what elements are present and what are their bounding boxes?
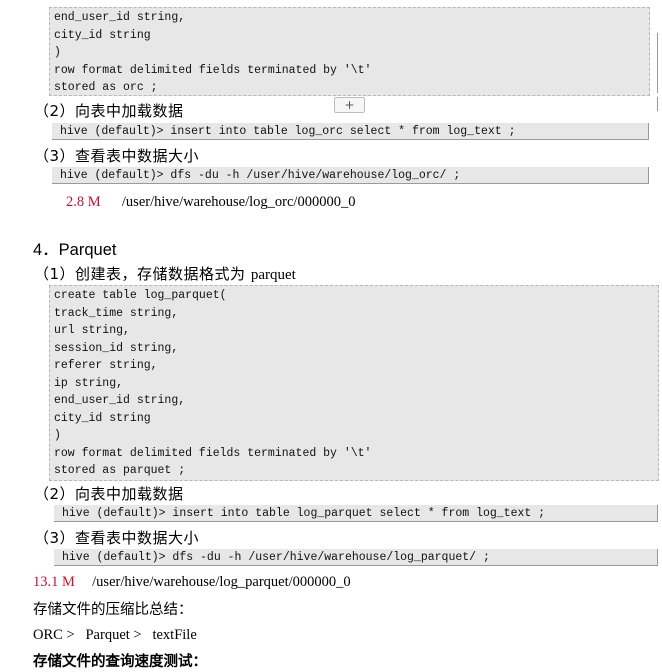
parquet-load-label: （2）向表中加载数据 [34,485,184,503]
code-line: city_id string [54,411,151,425]
orc-result-size: 2.8 M [66,194,101,210]
parquet-code-block: create table log_parquet( track_time str… [49,285,659,481]
orc-result: 2.8 M /user/hive/warehouse/log_orc/00000… [66,194,355,211]
compression-ranking: ORC > Parquet > textFile [33,627,197,643]
parquet-size-label: （3）查看表中数据大小 [34,529,200,547]
add-block-button[interactable]: + [334,97,365,113]
parquet-create-label-format: parquet [250,267,296,283]
query-speed-title: 存储文件的查询速度测试： [33,654,207,670]
page-edge-mark [657,97,658,111]
code-line: create table log_parquet( [54,289,227,302]
parquet-result-size: 13.1 M [33,574,75,590]
parquet-create-label-text: （1）创建表，存储数据格式为 [34,265,251,283]
parquet-create-label: （1）创建表，存储数据格式为 parquet [34,263,296,284]
code-line: url string, [54,324,130,337]
orc-load-label: （2）向表中加载数据 [34,102,184,120]
orc-load-command: hive (default)> insert into table log_or… [52,123,649,140]
code-line: row format delimited fields terminated b… [54,63,372,77]
orc-code-block: end_user_id string, city_id string ) row… [49,7,650,96]
parquet-load-command: hive (default)> insert into table log_pa… [54,505,658,522]
orc-result-path: /user/hive/warehouse/log_orc/000000_0 [121,194,356,210]
code-line: stored as parquet ; [54,464,186,477]
code-line: stored as orc ; [54,81,158,94]
code-line: referer string, [54,359,158,372]
parquet-result-path: /user/hive/warehouse/log_parquet/000000_… [92,574,351,590]
page-edge-mark [657,33,658,93]
orc-size-label: （3）查看表中数据大小 [34,147,200,165]
code-line: end_user_id string, [54,11,186,24]
code-line: ) [54,429,61,442]
code-line: track_time string, [54,306,179,320]
parquet-size-command: hive (default)> dfs -du -h /user/hive/wa… [54,549,658,566]
parquet-heading: 4．Parquet [33,241,117,259]
code-line: ip string, [54,376,124,390]
code-line: ) [54,46,61,59]
code-line: city_id string [54,28,151,42]
code-line: end_user_id string, [54,394,186,407]
parquet-result: 13.1 M /user/hive/warehouse/log_parquet/… [33,574,351,591]
compression-summary-title: 存储文件的压缩比总结： [33,602,193,618]
code-line: row format delimited fields terminated b… [54,446,372,460]
code-line: session_id string, [54,341,179,355]
orc-size-command: hive (default)> dfs -du -h /user/hive/wa… [52,167,649,184]
